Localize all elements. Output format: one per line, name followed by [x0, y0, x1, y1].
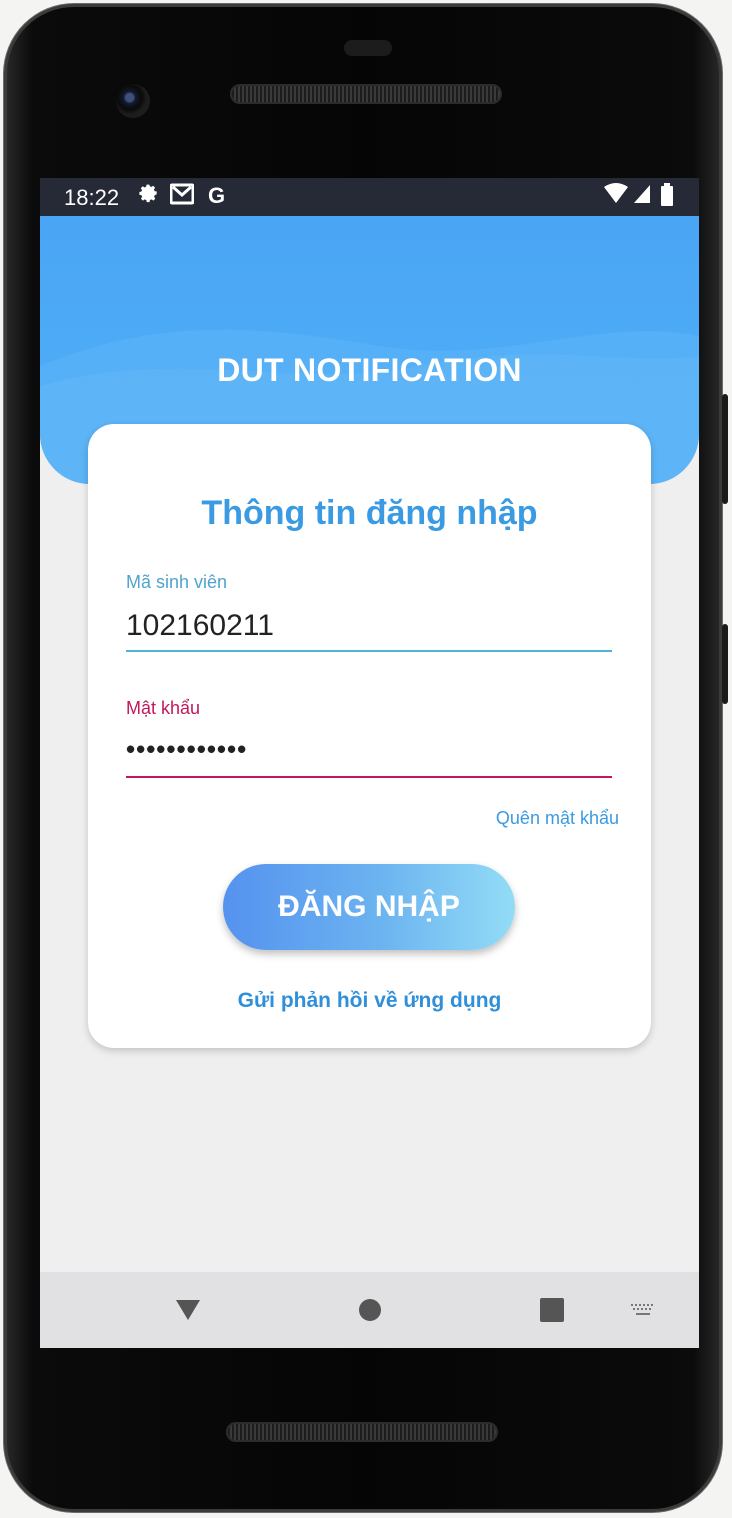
proximity-sensor: [344, 40, 392, 56]
phone-frame: 18:22 G DUT NOTIFICATION Thông tin đăng …: [4, 4, 728, 1512]
forgot-password-link[interactable]: Quên mật khẩu: [496, 808, 619, 829]
student-id-label: Mã sinh viên: [126, 572, 228, 592]
keyboard-icon[interactable]: [630, 1302, 656, 1318]
home-icon[interactable]: [358, 1298, 382, 1322]
password-input[interactable]: ••••••••••••: [126, 734, 612, 770]
signal-icon: [632, 183, 652, 211]
device-screen: 18:22 G DUT NOTIFICATION Thông tin đăng …: [40, 178, 699, 1348]
top-speaker-grille: [230, 84, 502, 104]
power-button: [722, 624, 728, 704]
navigation-bar: [40, 1272, 699, 1348]
gmail-icon: [169, 183, 195, 211]
password-label: Mật khẩu: [126, 698, 201, 718]
login-button[interactable]: ĐĂNG NHẬP: [223, 864, 515, 950]
gear-icon: [138, 183, 160, 211]
wifi-icon: [604, 183, 628, 211]
battery-icon: [660, 183, 674, 213]
login-card: Thông tin đăng nhập Mã sinh viên Mật khẩ…: [88, 424, 651, 1048]
front-camera-icon: [116, 84, 150, 118]
login-card-title: Thông tin đăng nhập: [201, 494, 538, 532]
feedback-link[interactable]: Gửi phản hồi về ứng dụng: [88, 989, 651, 1013]
volume-button: [722, 394, 728, 504]
student-id-underline: [126, 650, 612, 652]
recents-icon[interactable]: [540, 1298, 564, 1322]
student-id-input[interactable]: [126, 608, 612, 644]
bottom-speaker-grille: [226, 1422, 498, 1442]
app-title: DUT NOTIFICATION: [217, 352, 522, 388]
status-time: 18:22: [64, 185, 120, 210]
back-icon[interactable]: [174, 1296, 202, 1322]
password-underline: [126, 776, 612, 778]
google-icon: G: [208, 183, 226, 208]
status-bar: 18:22 G: [40, 178, 699, 216]
